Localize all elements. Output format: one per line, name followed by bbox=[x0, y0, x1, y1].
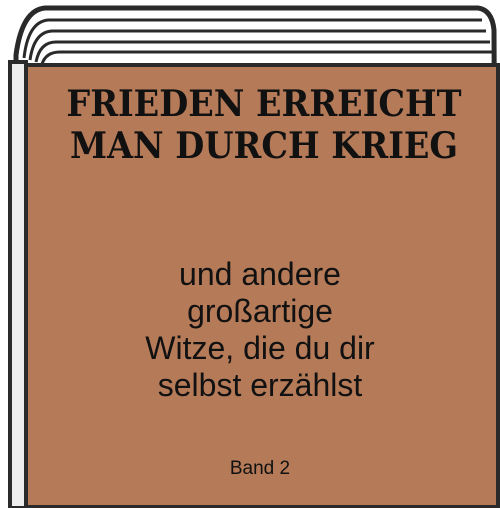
book-title-line-1: FRIEDEN ERREICHT bbox=[66, 83, 462, 125]
book-meme: FRIEDEN ERREICHT MAN DURCH KRIEG und and… bbox=[0, 0, 500, 508]
book-illustration bbox=[8, 5, 500, 508]
book-subtitle-line-2: großartige bbox=[187, 293, 333, 329]
book-subtitle: und andere großartige Witze, die du dir … bbox=[110, 256, 410, 404]
book-subtitle-line-3: Witze, die du dir bbox=[145, 330, 375, 366]
book-subtitle-line-1: und andere bbox=[179, 256, 341, 292]
book-subtitle-line-4: selbst erzählst bbox=[157, 367, 363, 403]
book-title: FRIEDEN ERREICHT MAN DURCH KRIEG bbox=[45, 83, 484, 167]
book-volume-label: Band 2 bbox=[229, 458, 291, 479]
book-title-line-2: MAN DURCH KRIEG bbox=[70, 125, 458, 167]
book-spine bbox=[8, 60, 28, 508]
